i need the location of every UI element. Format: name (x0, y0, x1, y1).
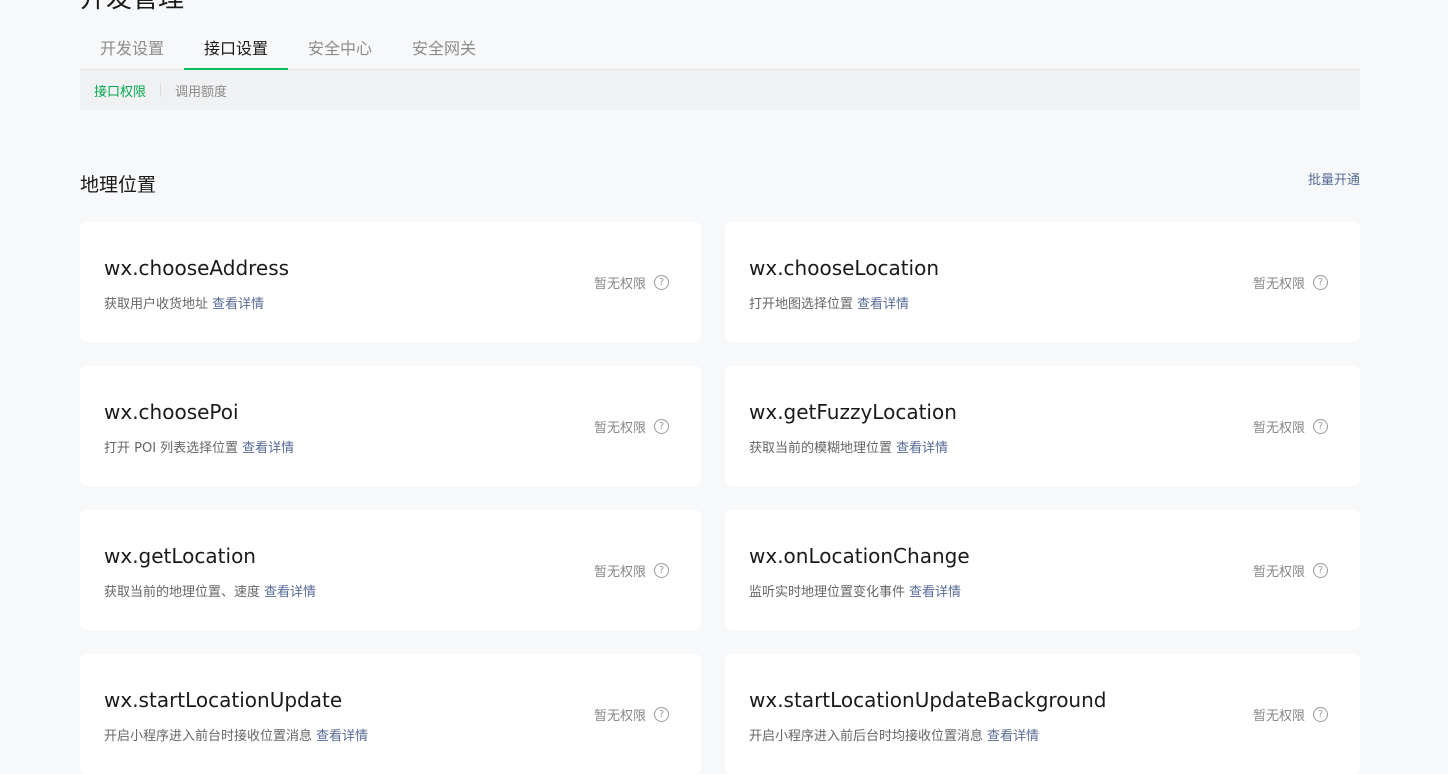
tab-security-center[interactable]: 安全中心 (288, 30, 392, 70)
api-desc-text: 开启小程序进入前后台时均接收位置消息 (749, 729, 984, 744)
permission-status: 暂无权限? (1253, 273, 1328, 292)
api-card: wx.startLocationUpdateBackground 开启小程序进入… (725, 654, 1360, 774)
permission-status: 暂无权限? (594, 273, 669, 292)
api-name: wx.startLocationUpdateBackground (749, 688, 1107, 712)
api-card: wx.chooseAddress 获取用户收货地址 查看详情 暂无权限? (80, 222, 701, 342)
view-details-link[interactable]: 查看详情 (987, 729, 1039, 744)
api-desc-text: 打开 POI 列表选择位置 (104, 441, 239, 456)
page-title: 开发管理 (80, 0, 184, 15)
status-text: 暂无权限 (593, 709, 646, 724)
view-details-link[interactable]: 查看详情 (857, 297, 909, 312)
api-name: wx.choosePoi (104, 400, 239, 424)
permission-status: 暂无权限? (1253, 417, 1328, 436)
api-description: 开启小程序进入前后台时均接收位置消息 查看详情 (749, 725, 1039, 744)
sub-tabs: 接口权限 调用额度 (80, 70, 1360, 110)
api-card: wx.getLocation 获取当前的地理位置、速度 查看详情 暂无权限? (80, 510, 701, 630)
section-title: 地理位置 (80, 174, 157, 196)
tab-dev-settings[interactable]: 开发设置 (80, 30, 184, 70)
view-details-link[interactable]: 查看详情 (909, 585, 961, 600)
help-icon[interactable]: ? (1313, 563, 1328, 578)
api-card: wx.chooseLocation 打开地图选择位置 查看详情 暂无权限? (725, 222, 1360, 342)
permission-status: 暂无权限? (594, 561, 669, 580)
help-icon[interactable]: ? (654, 563, 669, 578)
help-icon[interactable]: ? (654, 707, 669, 722)
status-text: 暂无权限 (1252, 565, 1305, 580)
help-icon[interactable]: ? (1313, 419, 1328, 434)
main-tabs: 开发设置 接口设置 安全中心 安全网关 (80, 30, 1360, 70)
api-description: 打开地图选择位置 查看详情 (749, 293, 909, 312)
help-icon[interactable]: ? (1313, 707, 1328, 722)
help-icon[interactable]: ? (654, 275, 669, 290)
api-description: 监听实时地理位置变化事件 查看详情 (749, 581, 961, 600)
status-text: 暂无权限 (1252, 709, 1305, 724)
status-text: 暂无权限 (593, 421, 646, 436)
divider (160, 83, 162, 97)
api-name: wx.getFuzzyLocation (749, 400, 957, 424)
api-desc-text: 开启小程序进入前台时接收位置消息 (104, 729, 313, 744)
batch-enable-link[interactable]: 批量开通 (1308, 169, 1360, 188)
status-text: 暂无权限 (1252, 421, 1305, 436)
help-icon[interactable]: ? (1313, 275, 1328, 290)
tab-api-settings[interactable]: 接口设置 (184, 30, 289, 70)
api-description: 获取当前的地理位置、速度 查看详情 (104, 581, 316, 600)
help-icon[interactable]: ? (654, 419, 669, 434)
api-desc-text: 获取用户收货地址 (104, 297, 209, 312)
api-card: wx.getFuzzyLocation 获取当前的模糊地理位置 查看详情 暂无权限… (725, 366, 1360, 486)
permission-status: 暂无权限? (594, 417, 669, 436)
api-name: wx.chooseLocation (749, 256, 940, 280)
permission-status: 暂无权限? (594, 705, 669, 724)
api-card: wx.choosePoi 打开 POI 列表选择位置 查看详情 暂无权限? (80, 366, 701, 486)
api-name: wx.onLocationChange (749, 544, 970, 568)
api-desc-text: 监听实时地理位置变化事件 (749, 585, 906, 600)
api-card: wx.startLocationUpdate 开启小程序进入前台时接收位置消息查… (80, 654, 701, 774)
subtab-call-quota[interactable]: 调用额度 (175, 81, 227, 100)
api-name: wx.getLocation (104, 544, 256, 568)
api-desc-text: 获取当前的地理位置、速度 (104, 585, 261, 600)
permission-status: 暂无权限? (1253, 561, 1328, 580)
view-details-link[interactable]: 查看详情 (242, 441, 294, 456)
api-desc-text: 打开地图选择位置 (749, 297, 854, 312)
api-desc-text: 获取当前的模糊地理位置 (749, 441, 893, 456)
status-text: 暂无权限 (593, 277, 646, 292)
view-details-link[interactable]: 查看详情 (264, 585, 316, 600)
status-text: 暂无权限 (593, 565, 646, 580)
api-description: 打开 POI 列表选择位置 查看详情 (104, 437, 294, 456)
status-text: 暂无权限 (1252, 277, 1305, 292)
view-details-link[interactable]: 查看详情 (212, 297, 264, 312)
api-description: 获取当前的模糊地理位置 查看详情 (749, 437, 948, 456)
api-name: wx.startLocationUpdate (104, 688, 343, 712)
tab-security-gateway[interactable]: 安全网关 (392, 30, 496, 70)
view-details-link[interactable]: 查看详情 (316, 729, 368, 744)
permission-status: 暂无权限? (1253, 705, 1328, 724)
api-name: wx.chooseAddress (104, 256, 290, 280)
subtab-api-permissions[interactable]: 接口权限 (94, 81, 146, 100)
api-description: 开启小程序进入前台时接收位置消息 查看详情 (104, 725, 368, 744)
api-description: 获取用户收货地址 查看详情 (104, 293, 264, 312)
api-card: wx.onLocationChange 监听实时地理位置变化事件 查看详情 暂无权… (725, 510, 1360, 630)
view-details-link[interactable]: 查看详情 (896, 441, 948, 456)
